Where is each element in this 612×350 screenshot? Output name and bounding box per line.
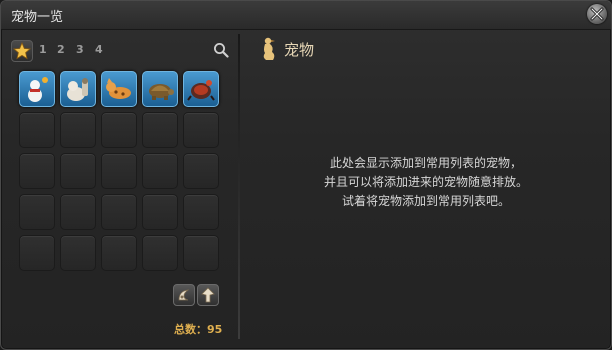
minion-slot-empty[interactable] <box>19 235 55 271</box>
star-icon <box>13 42 31 60</box>
minion-slot-empty[interactable] <box>142 235 178 271</box>
minion-slot-empty[interactable] <box>60 235 96 271</box>
minion-slot-empty[interactable] <box>101 153 137 189</box>
page-tab-4[interactable]: 4 <box>95 43 103 56</box>
message-line: 此处会显示添加到常用列表的宠物， <box>329 156 522 170</box>
pane-divider <box>238 34 240 339</box>
minion-slot-empty[interactable] <box>183 112 219 148</box>
detail-heading: 宠物 <box>284 41 315 59</box>
snowman-minion-icon <box>28 77 48 102</box>
search-icon[interactable] <box>213 42 229 58</box>
minion-slot-empty[interactable] <box>60 153 96 189</box>
horn-icon <box>178 289 190 301</box>
minion-slot-empty[interactable] <box>101 112 137 148</box>
minion-slot[interactable] <box>60 71 96 107</box>
minion-list-window: 宠物一览 1 2 3 4 总数：95 宠物 此处会显示添加到常用列表的宠物， 并… <box>0 0 612 350</box>
minion-slot-empty[interactable] <box>183 194 219 230</box>
minion-slot-empty[interactable] <box>142 194 178 230</box>
minion-slot-empty[interactable] <box>101 194 137 230</box>
message-line: 并且可以将添加进来的宠物随意排放。 <box>323 175 528 189</box>
message-line: 试着将宠物添加到常用列表吧。 <box>341 194 510 208</box>
minion-slot-empty[interactable] <box>183 235 219 271</box>
minion-slot[interactable] <box>101 71 137 107</box>
summon-button[interactable] <box>197 284 219 306</box>
minion-slot-empty[interactable] <box>60 194 96 230</box>
minion-grid-pane: 1 2 3 4 总数：95 <box>7 34 235 343</box>
tortoise-minion-icon <box>149 84 174 100</box>
minion-slot-empty[interactable] <box>60 112 96 148</box>
close-button[interactable] <box>587 4 607 24</box>
minion-slot[interactable] <box>142 71 178 107</box>
empty-favorites-message: 此处会显示添加到常用列表的宠物， 并且可以将添加进来的宠物随意排放。 试着将宠物… <box>247 154 605 211</box>
minion-slot-empty[interactable] <box>101 235 137 271</box>
close-icon <box>590 7 604 21</box>
window-title: 宠物一览 <box>11 10 64 25</box>
minion-slot[interactable] <box>19 71 55 107</box>
page-tab-3[interactable]: 3 <box>76 43 84 56</box>
minion-slot[interactable] <box>183 71 219 107</box>
detail-pane: 宠物 此处会显示添加到常用列表的宠物， 并且可以将添加进来的宠物随意排放。 试着… <box>247 34 605 343</box>
minion-slot-empty[interactable] <box>19 153 55 189</box>
minion-slot-empty[interactable] <box>142 112 178 148</box>
chocobo-icon <box>263 37 275 60</box>
page-tab-1[interactable]: 1 <box>39 43 47 56</box>
minion-slot-empty[interactable] <box>142 153 178 189</box>
favorites-tab[interactable] <box>11 40 33 62</box>
minion-slot-empty[interactable] <box>19 194 55 230</box>
total-count: 总数：95 <box>174 323 223 336</box>
cat-minion-icon <box>106 78 131 99</box>
minion-slot-empty[interactable] <box>19 112 55 148</box>
minion-slot-grid <box>19 71 219 271</box>
mole-minion-icon <box>67 78 88 101</box>
page-tab-2[interactable]: 2 <box>57 43 65 56</box>
sort-button[interactable] <box>173 284 195 306</box>
minion-slot-empty[interactable] <box>183 153 219 189</box>
title-bar[interactable]: 宠物一览 <box>1 1 611 30</box>
beetle-minion-icon <box>187 80 215 101</box>
feather-icon <box>201 287 215 303</box>
